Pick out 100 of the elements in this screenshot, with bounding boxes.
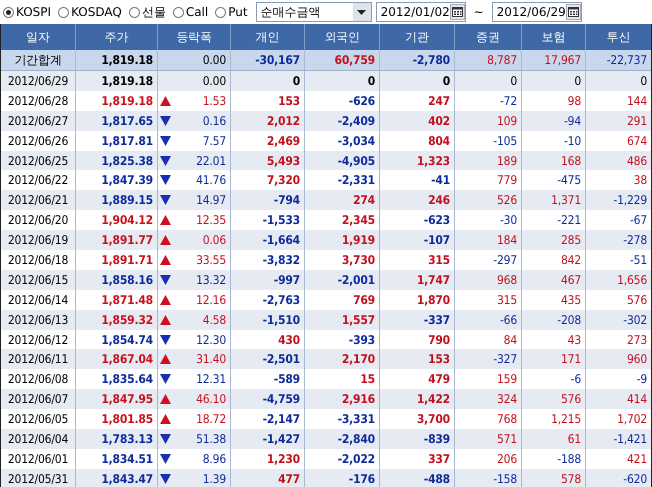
table-cell: -188	[557, 452, 581, 466]
column-header[interactable]: 증권	[476, 28, 500, 46]
table-cell: 기간합계	[14, 52, 62, 68]
table-cell: 2012/06/15	[8, 272, 68, 287]
table-cell: 2,012	[266, 114, 300, 128]
table-cell: 8.96	[202, 452, 226, 466]
table-cell: 1,819.18	[101, 94, 153, 108]
table-cell: 315	[496, 292, 517, 307]
table-cell: 5,493	[266, 154, 300, 168]
table-cell: -158	[493, 472, 517, 486]
down-triangle-icon	[160, 434, 171, 444]
table-cell: 2012/05/31	[8, 472, 68, 486]
table-cell: -51	[630, 252, 647, 267]
table-cell: 3,700	[416, 412, 450, 426]
down-triangle-icon	[160, 136, 171, 146]
table-cell: 189	[496, 154, 517, 168]
table-cell: 1,817.65	[101, 114, 153, 128]
column-header[interactable]: 기관	[405, 28, 429, 46]
table-cell: 43	[568, 332, 581, 347]
table-cell: -337	[424, 312, 450, 327]
down-triangle-icon	[160, 116, 171, 126]
table-cell: 2012/06/29	[8, 74, 68, 88]
table-cell: 1,702	[617, 412, 647, 426]
table-cell: 15	[360, 372, 375, 386]
table-cell: 1,891.71	[101, 252, 153, 267]
table-cell: 184	[496, 233, 517, 248]
table-cell: 790	[428, 332, 450, 347]
table-cell: 435	[560, 292, 581, 307]
table-cell: 273	[626, 332, 647, 347]
up-triangle-icon	[160, 354, 171, 364]
table-cell: 1,557	[342, 312, 375, 327]
table-cell: 578	[560, 472, 581, 486]
column-header[interactable]: 일자	[26, 28, 50, 46]
down-triangle-icon	[160, 195, 171, 206]
column-header[interactable]: 외국인	[324, 28, 360, 46]
table-cell: 804	[428, 134, 450, 148]
column-header[interactable]: 보험	[542, 28, 566, 46]
table-cell: 12.16	[196, 292, 226, 307]
table-cell: 674	[626, 134, 647, 148]
radio-button[interactable]: KOSPI	[3, 5, 54, 19]
table-cell: 2012/06/20	[8, 213, 68, 228]
table-cell: 0	[510, 74, 517, 88]
table-cell: 12.31	[196, 372, 226, 386]
date-field[interactable]: 2012/01/02	[376, 2, 466, 22]
table-cell: 842	[560, 252, 581, 267]
table-cell: 61	[568, 432, 581, 446]
column-header[interactable]: 등락폭	[176, 28, 212, 46]
table-cell: -2,147	[262, 412, 300, 426]
table-cell: -208	[557, 312, 581, 327]
table-cell: 1,323	[416, 154, 450, 168]
down-triangle-icon	[160, 454, 171, 464]
table-cell: 1,817.81	[101, 134, 153, 148]
table-cell: -107	[424, 233, 450, 248]
up-triangle-icon	[160, 215, 171, 226]
table-cell: 576	[560, 392, 581, 406]
column-header[interactable]: 주가	[104, 28, 128, 46]
table-cell: 571	[496, 432, 517, 446]
radio-button[interactable]: Call	[172, 5, 212, 19]
table-cell: 18.72	[196, 412, 226, 426]
table-cell: 1,847.95	[101, 392, 153, 406]
table-cell: -3,034	[338, 134, 375, 148]
table-cell: 2012/06/18	[8, 252, 68, 267]
table-cell: 769	[353, 292, 375, 307]
table-cell: 1,835.64	[101, 372, 153, 386]
table-cell: -10	[564, 134, 581, 148]
table-cell: 1,870	[416, 292, 450, 307]
table-cell: -1,427	[262, 432, 300, 446]
dropdown[interactable]: 순매수금액	[256, 2, 372, 22]
column-header[interactable]: 개인	[256, 28, 280, 46]
table-cell: -66	[500, 312, 517, 327]
table-cell: 246	[428, 193, 450, 208]
table-cell: 2012/06/11	[8, 352, 68, 366]
table-cell: -997	[274, 272, 300, 287]
calendar-button[interactable]	[450, 4, 465, 20]
table-cell: 1,871.48	[101, 292, 153, 307]
table-cell: 2012/06/22	[8, 173, 68, 188]
date-field[interactable]: 2012/06/29	[492, 2, 582, 22]
table-cell: 1.39	[202, 472, 226, 486]
table-cell: -72	[500, 94, 517, 108]
table-cell: -1,229	[613, 193, 647, 208]
radio-button[interactable]: KOSDAQ	[58, 5, 125, 19]
radio-button[interactable]: 선물	[128, 4, 169, 20]
table-cell: 2012/06/05	[8, 412, 68, 426]
table-cell: 1.53	[202, 94, 226, 108]
radio-button[interactable]: Put	[215, 5, 251, 19]
table-cell: -839	[424, 432, 450, 446]
table-cell: 168	[560, 154, 581, 168]
table-cell: 51.38	[196, 432, 226, 446]
table-cell: 0.00	[202, 74, 226, 88]
table-cell: -488	[424, 472, 450, 486]
table-cell: -30	[500, 213, 517, 228]
table-cell: -4,759	[262, 392, 300, 406]
table-cell: 2,345	[342, 213, 375, 228]
table-cell: 7.57	[202, 134, 226, 148]
table-cell: 3,730	[342, 252, 375, 267]
column-header[interactable]: 투신	[606, 28, 630, 46]
table-cell: 402	[428, 114, 450, 128]
table-cell: 0	[292, 74, 300, 88]
calendar-button[interactable]	[566, 4, 581, 20]
table-cell: -620	[623, 472, 647, 486]
